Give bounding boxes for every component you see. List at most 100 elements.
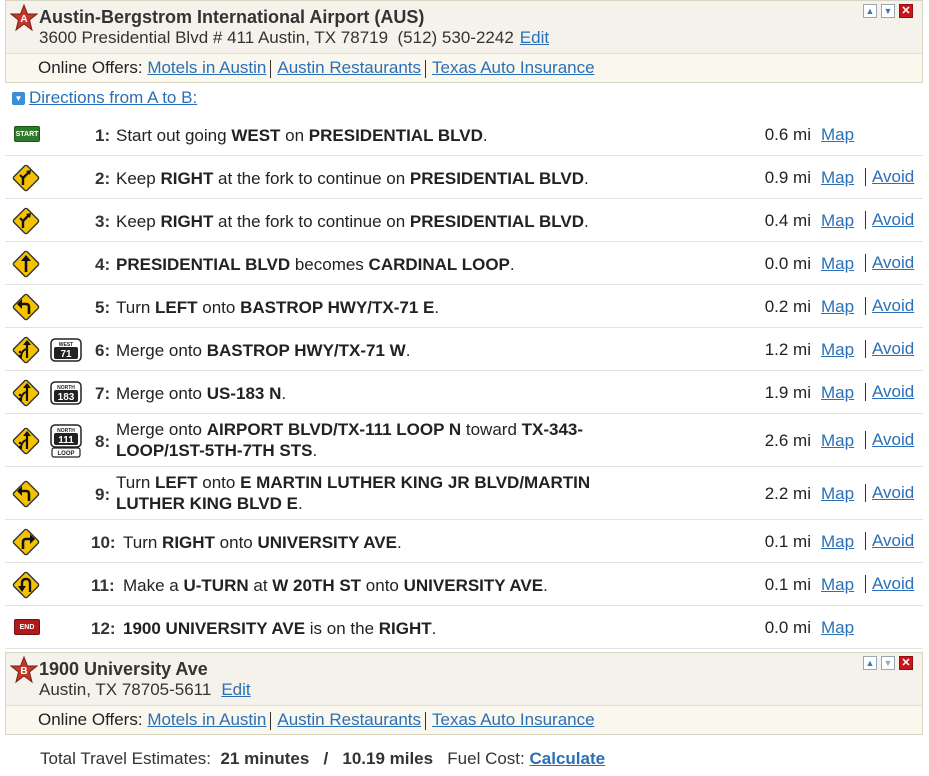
step-avoid-link[interactable]: Avoid (872, 167, 914, 186)
step-road-name: LEFT (155, 298, 198, 317)
step-text: at the fork to continue on (213, 212, 410, 231)
step-text: onto (197, 298, 241, 317)
close-icon[interactable]: ✕ (899, 4, 913, 18)
offer-link-restaurants[interactable]: Austin Restaurants (277, 58, 421, 77)
destination-edit-link[interactable]: Edit (221, 680, 250, 699)
step-text: onto (197, 473, 241, 492)
route-shield: NORTH 183 (50, 381, 82, 410)
step-distance: 1.2 mi (764, 340, 811, 359)
origin-edit-link[interactable]: Edit (520, 28, 549, 47)
step-avoid[interactable]: Avoid (865, 532, 914, 550)
direction-step: 11: Make a U-TURN at W 20TH ST onto UNIVE… (5, 563, 923, 606)
origin-header: A Austin-Bergstrom International Airport… (6, 1, 922, 53)
step-map-link[interactable]: Map (821, 383, 854, 403)
destination-controls: ▲ ▼ ✕ (863, 656, 913, 670)
step-map-link[interactable]: Map (821, 618, 854, 638)
step-avoid[interactable]: Avoid (865, 431, 914, 449)
step-avoid[interactable]: Avoid (865, 211, 914, 229)
offer-link-motels[interactable]: Motels in Austin (147, 710, 266, 729)
move-down-icon[interactable]: ▼ (881, 4, 895, 18)
step-road-name: RIGHT (162, 533, 215, 552)
svg-text:B: B (20, 666, 27, 677)
maneuver-icon (11, 206, 41, 241)
maneuver-icon (11, 163, 41, 198)
step-avoid[interactable]: Avoid (865, 575, 914, 593)
calculate-fuel-link[interactable]: Calculate (530, 749, 606, 768)
step-avoid-link[interactable]: Avoid (872, 531, 914, 550)
step-number: 9: (95, 485, 111, 504)
step-distance: 0.0 mi (764, 254, 811, 273)
directions-heading[interactable]: ▼ Directions from A to B: (12, 88, 197, 108)
step-number: 6: (95, 341, 111, 360)
step-avoid-link[interactable]: Avoid (872, 382, 914, 401)
step-avoid-link[interactable]: Avoid (872, 253, 914, 272)
maneuver-icon (11, 249, 41, 284)
offer-link-insurance[interactable]: Texas Auto Insurance (432, 58, 595, 77)
svg-text:183: 183 (58, 392, 75, 403)
step-avoid-link[interactable]: Avoid (872, 483, 914, 502)
directions-heading-link[interactable]: Directions from A to B: (29, 88, 197, 107)
fuel-cost-label: Fuel Cost: (447, 749, 525, 768)
step-map-link[interactable]: Map (821, 340, 854, 360)
step-map-link[interactable]: Map (821, 575, 854, 595)
step-distance: 0.4 mi (764, 211, 811, 230)
close-icon[interactable]: ✕ (899, 656, 913, 670)
step-avoid[interactable]: Avoid (865, 340, 914, 358)
step-text: onto (361, 576, 404, 595)
step-text: Merge onto (116, 384, 207, 403)
step-avoid-link[interactable]: Avoid (872, 574, 914, 593)
svg-text:111: 111 (58, 435, 74, 446)
offer-link-restaurants[interactable]: Austin Restaurants (277, 710, 421, 729)
step-map-link[interactable]: Map (821, 431, 854, 451)
destination-offers: Online Offers: Motels in Austin Austin Re… (6, 705, 922, 734)
step-distance: 0.6 mi (764, 125, 811, 144)
step-road-name: AIRPORT BLVD/TX-111 LOOP N (206, 420, 462, 439)
total-distance: 10.19 miles (342, 749, 434, 768)
step-avoid[interactable]: Avoid (865, 168, 914, 186)
step-instruction: Keep RIGHT at the fork to continue on PR… (116, 168, 736, 189)
step-avoid-link[interactable]: Avoid (872, 296, 914, 315)
step-text: . (297, 494, 303, 513)
step-text: . (396, 533, 402, 552)
move-up-icon[interactable]: ▲ (863, 656, 877, 670)
step-map-link[interactable]: Map (821, 532, 854, 552)
totals-label: Total Travel Estimates: (40, 749, 212, 768)
destination-box: B 1900 University Ave Austin, TX 78705-5… (5, 652, 923, 735)
offers-label: Online Offers: (38, 710, 143, 729)
step-text: . (431, 619, 437, 638)
step-avoid[interactable]: Avoid (865, 297, 914, 315)
offer-link-motels[interactable]: Motels in Austin (147, 58, 266, 77)
step-distance: 0.1 mi (764, 575, 811, 594)
step-avoid-link[interactable]: Avoid (872, 430, 914, 449)
step-map-link[interactable]: Map (821, 254, 854, 274)
origin-address: 3600 Presidential Blvd # 411 Austin, TX … (39, 28, 389, 47)
offer-link-insurance[interactable]: Texas Auto Insurance (432, 710, 595, 729)
step-map-link[interactable]: Map (821, 211, 854, 231)
step-text: Keep (116, 212, 161, 231)
collapse-toggle-icon[interactable]: ▼ (12, 92, 25, 105)
step-instruction: Make a U-TURN at W 20TH ST onto UNIVERSI… (123, 575, 743, 596)
step-instruction: Start out going WEST on PRESIDENTIAL BLV… (116, 125, 736, 146)
step-avoid[interactable]: Avoid (865, 383, 914, 401)
route-shield-icon: WEST71 (50, 338, 82, 362)
u-turn-icon (12, 571, 40, 599)
step-avoid-link[interactable]: Avoid (872, 210, 914, 229)
step-map-link[interactable]: Map (821, 297, 854, 317)
move-up-icon[interactable]: ▲ (863, 4, 877, 18)
step-avoid[interactable]: Avoid (865, 254, 914, 272)
step-avoid-link[interactable]: Avoid (872, 339, 914, 358)
step-road-name: CARDINAL LOOP (368, 255, 510, 274)
step-avoid[interactable]: Avoid (865, 484, 914, 502)
totals-slash: / (323, 749, 329, 768)
step-number: 10: (91, 533, 116, 552)
step-map-link[interactable]: Map (821, 484, 854, 504)
merge-icon (12, 336, 40, 364)
maneuver-icon (11, 426, 41, 461)
step-text: . (509, 255, 515, 274)
step-map-link[interactable]: Map (821, 168, 854, 188)
step-number: 1: (95, 126, 111, 145)
destination-address-line: Austin, TX 78705-5611 Edit (39, 680, 251, 700)
straight-icon (12, 250, 40, 278)
step-map-link[interactable]: Map (821, 125, 854, 145)
step-instruction: Turn RIGHT onto UNIVERSITY AVE. (123, 532, 743, 553)
